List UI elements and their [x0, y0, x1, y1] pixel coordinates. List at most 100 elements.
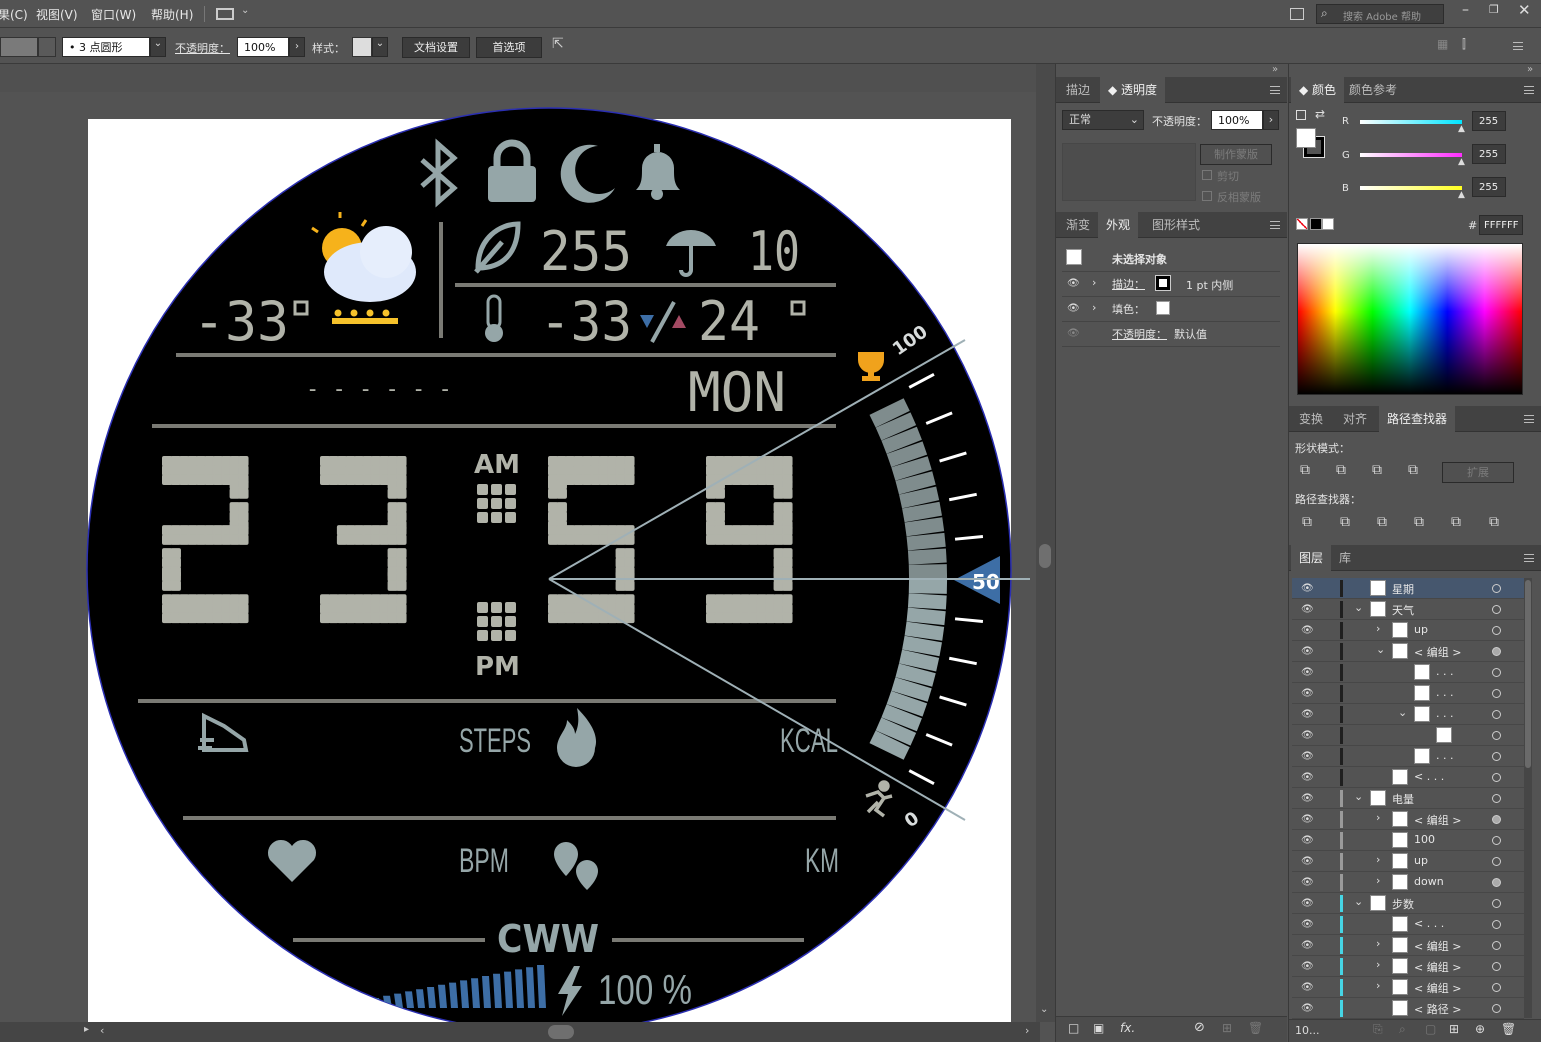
- visibility-icon[interactable]: 👁: [1301, 877, 1314, 888]
- layer-name[interactable]: 天气: [1392, 602, 1414, 618]
- blend-mode-select[interactable]: 正常 ⌄: [1062, 110, 1144, 130]
- g-slider[interactable]: [1360, 153, 1462, 157]
- expand-toggle-icon[interactable]: ⌄: [1398, 706, 1407, 719]
- stroke-visibility-icon[interactable]: 👁: [1067, 278, 1080, 289]
- brush-dropdown[interactable]: ⌄: [150, 37, 166, 57]
- help-search[interactable]: ⌕ 搜索 Adobe 帮助: [1316, 4, 1444, 24]
- visibility-icon[interactable]: 👁: [1301, 940, 1314, 951]
- visibility-icon[interactable]: 👁: [1301, 1003, 1314, 1014]
- expand-toggle-icon[interactable]: ›: [1376, 811, 1380, 824]
- outline-icon[interactable]: ⧉: [1451, 514, 1461, 530]
- layer-name[interactable]: 步数: [1392, 896, 1414, 912]
- layer-row[interactable]: 👁 ⌄ 天气: [1292, 599, 1524, 620]
- layer-name[interactable]: < 编组 >: [1414, 959, 1461, 975]
- layers-scroll-thumb[interactable]: [1525, 580, 1531, 768]
- tab-transparency[interactable]: ◆ 透明度: [1100, 77, 1166, 103]
- tab-color[interactable]: ◆ 颜色: [1291, 77, 1345, 103]
- fx-icon[interactable]: fx.: [1120, 1021, 1135, 1035]
- transparency-menu-icon[interactable]: [1270, 86, 1280, 94]
- crop-icon[interactable]: ⧉: [1414, 514, 1424, 530]
- layer-row[interactable]: 👁 . . .: [1292, 662, 1524, 683]
- style-dropdown[interactable]: ⌄: [372, 37, 388, 57]
- fill-color-box[interactable]: [1296, 128, 1316, 148]
- visibility-icon[interactable]: 👁: [1301, 709, 1314, 720]
- target-icon[interactable]: [1492, 878, 1501, 887]
- brush-field[interactable]: • 3 点圆形: [62, 37, 150, 57]
- layer-name[interactable]: < 路径 >: [1414, 1001, 1461, 1017]
- fill-label[interactable]: 填色：: [1112, 301, 1145, 317]
- expand-toggle-icon[interactable]: ⌄: [1354, 601, 1363, 614]
- restore-icon[interactable]: ❐: [1489, 3, 1499, 16]
- chevron-down-icon[interactable]: ⌄: [241, 5, 249, 16]
- scroll-thumb[interactable]: [548, 1025, 574, 1039]
- opacity-visibility-icon[interactable]: 👁: [1067, 328, 1080, 339]
- layer-row[interactable]: 👁 › up: [1292, 851, 1524, 872]
- layer-name[interactable]: < . . .: [1414, 770, 1444, 783]
- target-icon[interactable]: [1492, 794, 1501, 803]
- layer-name[interactable]: up: [1414, 623, 1428, 636]
- stroke-swatch-small[interactable]: [1155, 275, 1171, 291]
- fill-expand-icon[interactable]: ›: [1092, 301, 1096, 314]
- target-icon[interactable]: [1492, 605, 1501, 614]
- opacity-stepper[interactable]: ›: [289, 37, 305, 57]
- locate-icon[interactable]: ⌕: [1399, 1022, 1406, 1037]
- layer-name[interactable]: . . .: [1436, 707, 1453, 720]
- layer-row[interactable]: 👁 ⌄ 电量: [1292, 788, 1524, 809]
- visibility-icon[interactable]: 👁: [1301, 625, 1314, 636]
- delete-item-icon[interactable]: 🗑: [1248, 1021, 1263, 1035]
- unite-icon[interactable]: ⧉: [1300, 462, 1310, 478]
- target-icon[interactable]: [1492, 899, 1501, 908]
- default-colors-icon[interactable]: [1296, 110, 1306, 120]
- divide-icon[interactable]: ⧉: [1302, 514, 1312, 530]
- style-swatch[interactable]: [352, 37, 372, 57]
- new-layer-icon[interactable]: ⊕: [1475, 1022, 1485, 1036]
- layer-row[interactable]: 👁 ⌄ 步数: [1292, 893, 1524, 914]
- opacity-input[interactable]: 100%: [237, 37, 289, 57]
- export-icon[interactable]: ⎘: [1373, 1022, 1383, 1037]
- intersect-icon[interactable]: ⧉: [1372, 462, 1382, 478]
- layer-name[interactable]: 星期: [1392, 581, 1414, 597]
- r-input[interactable]: 255: [1472, 111, 1506, 131]
- tab-graphic-styles[interactable]: 图形样式: [1144, 212, 1208, 238]
- color-spectrum[interactable]: [1297, 243, 1523, 395]
- vertical-scrollbar[interactable]: ⌄: [1036, 64, 1055, 1022]
- stroke-swatch[interactable]: [0, 37, 38, 57]
- exclude-icon[interactable]: ⧉: [1408, 462, 1418, 478]
- layer-name[interactable]: 100: [1414, 833, 1435, 846]
- layer-row[interactable]: 👁 ⌄ < 编组 >: [1292, 641, 1524, 662]
- visibility-icon[interactable]: 👁: [1301, 835, 1314, 846]
- layers-menu-icon[interactable]: [1524, 554, 1534, 562]
- make-mask-button[interactable]: 制作蒙版: [1200, 144, 1272, 165]
- minus-back-icon[interactable]: ⧉: [1489, 514, 1499, 530]
- visibility-icon[interactable]: 👁: [1301, 982, 1314, 993]
- visibility-icon[interactable]: 👁: [1301, 772, 1314, 783]
- visibility-icon[interactable]: 👁: [1301, 898, 1314, 909]
- stroke-dropdown[interactable]: [38, 37, 56, 57]
- layer-name[interactable]: . . .: [1436, 749, 1453, 762]
- scroll-right-arrow[interactable]: ›: [1025, 1024, 1029, 1037]
- visibility-icon[interactable]: 👁: [1301, 919, 1314, 930]
- layer-row[interactable]: 👁 › < 编组 >: [1292, 956, 1524, 977]
- target-icon[interactable]: [1492, 731, 1501, 740]
- g-slider-handle[interactable]: ▲: [1458, 157, 1465, 167]
- tab-pathfinder[interactable]: 路径查找器: [1379, 406, 1456, 432]
- stroke-label[interactable]: 描边：: [1112, 276, 1145, 292]
- document-setup-button[interactable]: 文档设置: [402, 37, 470, 58]
- delete-layer-icon[interactable]: 🗑: [1501, 1022, 1516, 1036]
- tab-align[interactable]: 对齐: [1335, 406, 1375, 432]
- menu-effect[interactable]: 果(C): [0, 6, 28, 23]
- vscroll-thumb[interactable]: [1039, 544, 1051, 568]
- layer-name[interactable]: < 编组 >: [1414, 938, 1461, 954]
- menu-help[interactable]: 帮助(H): [151, 6, 193, 23]
- clip-checkbox[interactable]: [1202, 170, 1212, 180]
- target-icon[interactable]: [1492, 857, 1501, 866]
- workspace-switcher-icon[interactable]: [216, 8, 234, 20]
- tab-appearance[interactable]: 外观: [1098, 212, 1139, 238]
- hex-input[interactable]: FFFFFF: [1479, 215, 1523, 235]
- visibility-icon[interactable]: 👁: [1301, 730, 1314, 741]
- fill-swatch-small[interactable]: [1156, 301, 1170, 315]
- expand-toggle-icon[interactable]: ›: [1376, 979, 1380, 992]
- b-input[interactable]: 255: [1472, 177, 1506, 197]
- white-swatch[interactable]: [1322, 218, 1334, 230]
- tab-stroke[interactable]: 描边: [1058, 77, 1098, 103]
